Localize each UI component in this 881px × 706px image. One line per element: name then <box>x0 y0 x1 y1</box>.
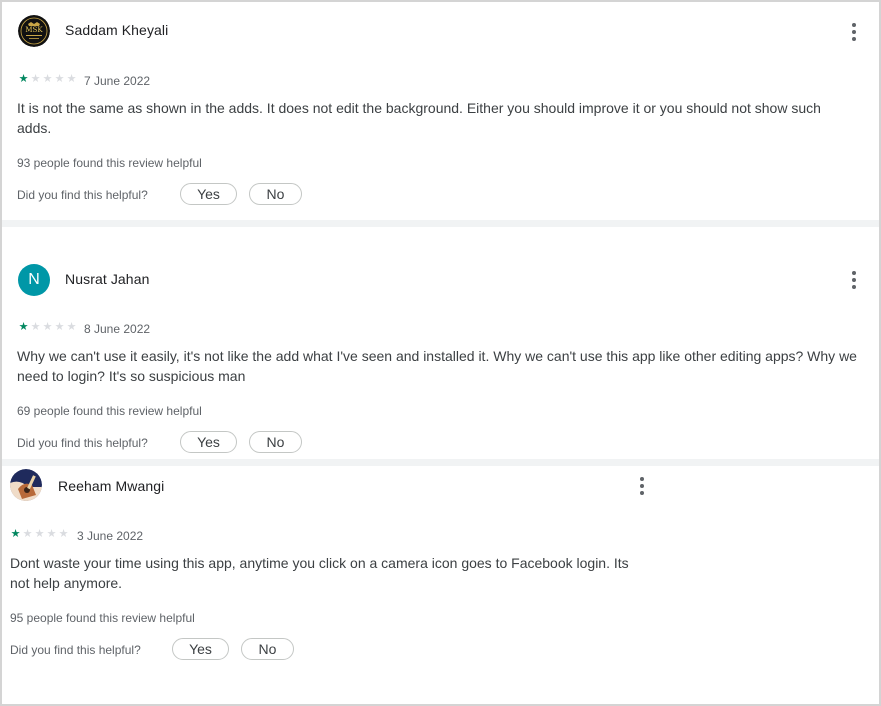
review-card: MSK Saddam Kheyali ★ ★ ★ ★ ★ 7 June 2022… <box>2 2 879 220</box>
review-date: 7 June 2022 <box>84 74 151 88</box>
helpful-count: 69 people found this review helpful <box>17 404 202 418</box>
author-name: Nusrat Jahan <box>65 271 150 287</box>
star-rating: ★ ★ ★ ★ ★ <box>18 322 77 333</box>
star-icon: ★ <box>18 321 29 333</box>
avatar: N <box>18 264 50 296</box>
star-icon: ★ <box>34 528 45 540</box>
author-name: Saddam Kheyali <box>65 22 169 38</box>
star-icon: ★ <box>66 321 77 333</box>
star-icon: ★ <box>42 321 53 333</box>
no-button[interactable]: No <box>249 431 302 453</box>
yes-button[interactable]: Yes <box>172 638 229 660</box>
star-icon: ★ <box>30 321 41 333</box>
star-icon: ★ <box>30 73 41 85</box>
reviews-panel: MSK Saddam Kheyali ★ ★ ★ ★ ★ 7 June 2022… <box>0 0 881 706</box>
review-text-line: adds. <box>17 120 52 136</box>
review-card: N Nusrat Jahan ★ ★ ★ ★ ★ 8 June 2022 Why… <box>2 227 879 459</box>
star-icon: ★ <box>54 73 65 85</box>
star-icon: ★ <box>54 321 65 333</box>
star-rating: ★ ★ ★ ★ ★ <box>18 74 77 85</box>
review-card: Reeham Mwangi ★ ★ ★ ★ ★ 3 June 2022 Dont… <box>2 466 879 704</box>
helpful-question: Did you find this helpful? <box>10 643 141 657</box>
review-text: Why we can't use it easily, it's not lik… <box>17 346 879 386</box>
more-vert-icon[interactable] <box>632 474 652 498</box>
star-icon: ★ <box>10 528 21 540</box>
star-icon: ★ <box>22 528 33 540</box>
helpful-count: 95 people found this review helpful <box>10 611 195 625</box>
review-text: It is not the same as shown in the adds.… <box>17 98 877 138</box>
author-name: Reeham Mwangi <box>58 478 165 494</box>
helpful-question: Did you find this helpful? <box>17 188 148 202</box>
review-date: 8 June 2022 <box>84 322 151 336</box>
star-icon: ★ <box>46 528 57 540</box>
avatar <box>10 469 42 501</box>
star-icon: ★ <box>18 73 29 85</box>
star-icon: ★ <box>66 73 77 85</box>
no-button[interactable]: No <box>241 638 294 660</box>
more-vert-icon[interactable] <box>844 20 864 44</box>
review-text-line: need to login? It's so suspicious man <box>17 368 246 384</box>
no-button[interactable]: No <box>249 183 302 205</box>
helpful-count: 93 people found this review helpful <box>17 156 202 170</box>
avatar: MSK <box>18 15 50 47</box>
review-text-line: Dont waste your time using this app, any… <box>10 555 629 571</box>
review-text-line: not help anymore. <box>10 575 123 591</box>
star-icon: ★ <box>58 528 69 540</box>
review-date: 3 June 2022 <box>77 529 144 543</box>
profile-photo-icon <box>10 469 42 501</box>
avatar-logo-text: MSK <box>25 26 43 34</box>
separator <box>2 220 879 227</box>
separator <box>2 459 879 466</box>
review-text-line: Why we can't use it easily, it's not lik… <box>17 348 857 364</box>
yes-button[interactable]: Yes <box>180 183 237 205</box>
helpful-question: Did you find this helpful? <box>17 436 148 450</box>
review-text-line: It is not the same as shown in the adds.… <box>17 100 821 116</box>
yes-button[interactable]: Yes <box>180 431 237 453</box>
review-text: Dont waste your time using this app, any… <box>10 553 670 593</box>
star-icon: ★ <box>42 73 53 85</box>
star-rating: ★ ★ ★ ★ ★ <box>10 529 69 540</box>
more-vert-icon[interactable] <box>844 268 864 292</box>
